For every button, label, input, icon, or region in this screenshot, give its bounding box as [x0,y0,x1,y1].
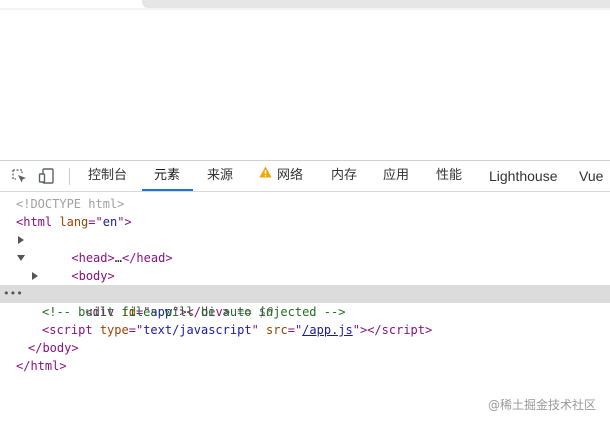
tab-label: 内存 [331,168,358,183]
page-viewport [0,10,610,160]
tab-label: 来源 [207,168,234,183]
tab-performance[interactable]: 性能 [436,161,462,191]
horizontal-scrollbar-thumb[interactable] [142,0,610,8]
tab-label: Lighthouse [489,168,558,184]
dom-node-doctype[interactable]: <!DOCTYPE html> [0,195,610,213]
tab-label: 网络 [277,168,304,183]
expand-triangle-icon[interactable] [18,236,24,244]
tab-elements[interactable]: 元素 [154,161,180,191]
tab-label: 元素 [154,168,181,183]
dom-node-html-close[interactable]: </html> [0,357,610,375]
tab-memory[interactable]: 内存 [331,161,357,191]
dom-node-comment[interactable]: <!-- built files will be auto injected -… [0,303,610,321]
doctype-text: <!DOCTYPE html> [16,197,125,211]
toolbar-separator [69,168,70,185]
tab-lighthouse[interactable]: Lighthouse [489,161,558,191]
script-src-link[interactable]: /app.js [302,323,353,337]
attr-name: type [99,323,129,337]
active-tab-indicator [142,189,193,191]
tag-name: body [42,341,72,355]
watermark: @稀土掘金技术社区 [487,398,596,412]
dom-node-html[interactable]: <html lang="en"> [0,213,610,231]
device-toolbar-icon[interactable] [38,167,56,185]
dom-node-body-close[interactable]: </body> [0,339,610,357]
dom-node-head[interactable]: <head>…</head> [0,231,610,265]
inspect-element-icon[interactable] [10,167,28,185]
tag-name: script [381,323,426,337]
attr-name: lang [59,215,89,229]
tab-vue[interactable]: Vue [579,161,603,191]
dom-node-noscript[interactable]: <noscript>…</noscript> [0,267,610,301]
attr-value: text/javascript [143,323,252,337]
dom-node-script[interactable]: <script type="text/javascript" src="/app… [0,321,610,339]
tab-label: 性能 [436,168,463,183]
tab-label: 应用 [383,168,410,183]
devtools-panel: 控制台 元素 来源 网络 内存 应用 性能 Lighthouse Vue <!D… [0,160,610,425]
comment-text: <!-- built files will be auto injected -… [42,305,346,319]
tab-application[interactable]: 应用 [383,161,409,191]
expand-triangle-icon[interactable] [32,272,38,280]
collapse-triangle-icon[interactable] [17,255,25,261]
dom-node-div-app-selected[interactable]: ••• <div id="app"></div> == $0 [0,285,610,319]
tab-sources[interactable]: 来源 [207,161,233,191]
tab-network[interactable]: 网络 [259,161,303,191]
tag-name: script [49,323,93,337]
browser-chrome-strip [0,0,610,10]
attr-value: en [102,215,118,229]
tab-console[interactable]: 控制台 [88,161,127,191]
warning-icon [259,160,272,190]
devtools-toolbar: 控制台 元素 来源 网络 内存 应用 性能 Lighthouse Vue [0,161,610,192]
tag-name: html [30,359,60,373]
attr-name: src [266,323,288,337]
tag-name: html [23,215,53,229]
more-options-icon[interactable]: ••• [3,285,23,303]
dom-node-body[interactable]: <body> [0,249,610,283]
tab-label: 控制台 [88,168,128,183]
tab-label: Vue [579,168,604,184]
